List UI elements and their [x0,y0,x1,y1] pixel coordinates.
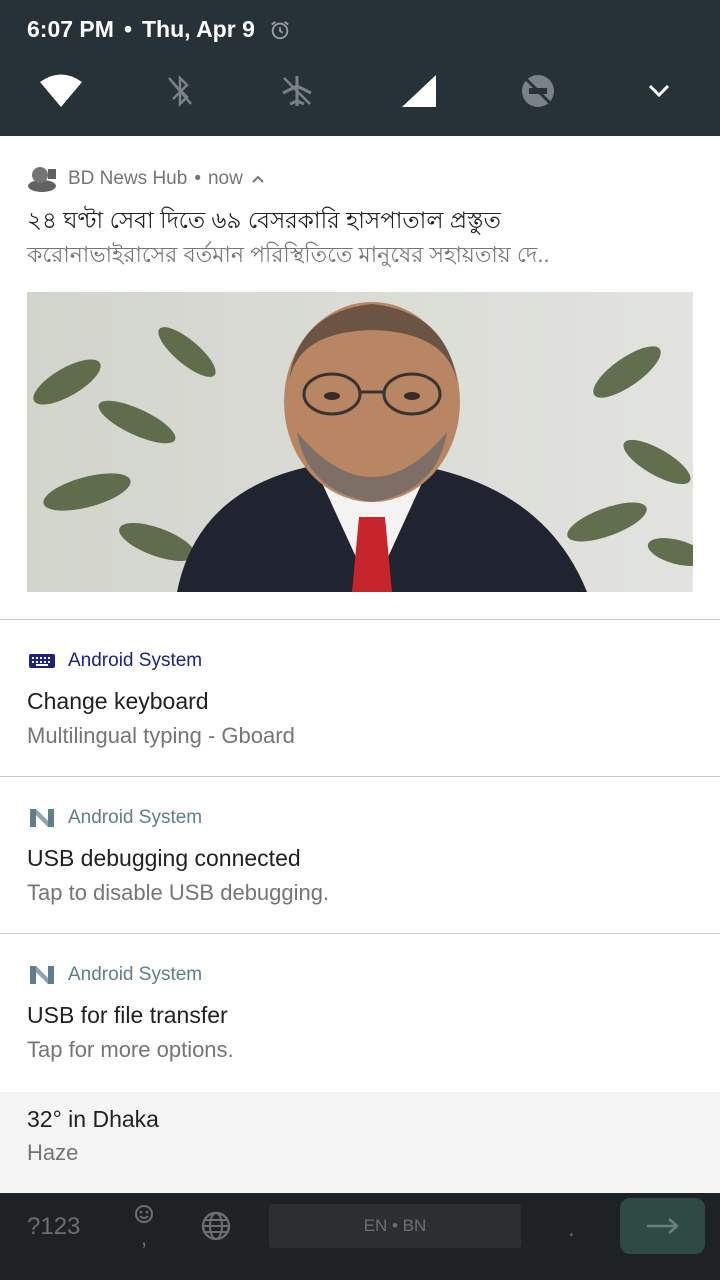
news-photo [27,292,693,592]
weather-notification[interactable]: 32° in Dhaka Haze [0,1092,720,1193]
emoji-icon [135,1205,153,1223]
notification-list: BD News Hub • now ২৪ ঘণ্টা সেবা দিতে ৬৯ … [0,136,720,1092]
quick-settings-row [0,66,720,116]
do-not-disturb-off-icon[interactable] [513,66,563,116]
notification-usb-file-transfer[interactable]: Android System USB for file transfer Tap… [0,934,720,1092]
notification-title: USB debugging connected [27,845,301,871]
android-n-icon [27,803,57,833]
chevron-up-icon[interactable] [251,174,265,184]
bluetooth-off-icon[interactable] [155,66,205,116]
notification-text: Multilingual typing - Gboard [27,723,295,748]
globe-key[interactable] [200,1210,232,1247]
symbols-key[interactable]: ?123 [27,1213,80,1241]
notification-text: Tap for more options. [27,1037,234,1062]
notification-title: Change keyboard [27,688,209,714]
airplane-off-icon[interactable] [272,66,322,116]
notification-header: BD News Hub • now [27,164,265,194]
notification-meta-separator: • [194,168,201,189]
notification-header: Android System [27,960,202,990]
notification-text: করোনাভাইরাসের বর্তমান পরিস্থিতিতে মানুষে… [27,242,550,267]
status-separator: • [123,16,132,42]
notification-news[interactable]: BD News Hub • now ২৪ ঘণ্টা সেবা দিতে ৬৯ … [0,136,720,620]
notification-usb-debugging[interactable]: Android System USB debugging connected T… [0,777,720,934]
android-n-icon [27,960,57,990]
space-key[interactable]: EN • BN [269,1204,521,1248]
notification-title: ২৪ ঘণ্টা সেবা দিতে ৬৯ বেসরকারি হাসপাতাল … [27,207,501,233]
signal-icon[interactable] [394,66,444,116]
notification-change-keyboard[interactable]: Android System Change keyboard Multiling… [0,620,720,777]
status-time: 6:07 PM [27,16,114,42]
enter-key[interactable] [620,1198,705,1254]
weather-text: Haze [27,1140,79,1165]
weather-title: 32° in Dhaka [27,1106,159,1132]
arrow-right-icon [646,1218,679,1234]
notification-app-name: Android System [68,650,203,671]
notification-header: Android System [27,646,202,676]
notification-title: USB for file transfer [27,1002,228,1028]
keyboard-bottom-row: ?123 , EN • BN . [0,1193,720,1280]
notification-time: now [207,168,243,189]
comma-key[interactable]: , [141,1225,147,1251]
notification-app-name: Android System [68,807,203,828]
expand-icon[interactable] [634,66,684,116]
notification-app-name: Android System [68,964,203,985]
notification-app-name: BD News Hub [68,168,188,189]
status-date: Thu, Apr 9 [142,16,255,42]
emoji-key[interactable]: , [133,1203,157,1250]
wifi-icon[interactable] [36,66,86,116]
notification-header: Android System [27,803,202,833]
notification-text: Tap to disable USB debugging. [27,880,330,905]
keyboard-icon [27,646,57,676]
globe-icon [201,1211,231,1241]
space-key-label: EN • BN [363,1216,427,1235]
news-app-icon [27,164,57,194]
period-key[interactable]: . [568,1215,575,1243]
status-bar: 6:07 PM • Thu, Apr 9 [27,16,291,43]
notification-shade-header: 6:07 PM • Thu, Apr 9 [0,0,720,136]
alarm-icon [271,20,289,39]
